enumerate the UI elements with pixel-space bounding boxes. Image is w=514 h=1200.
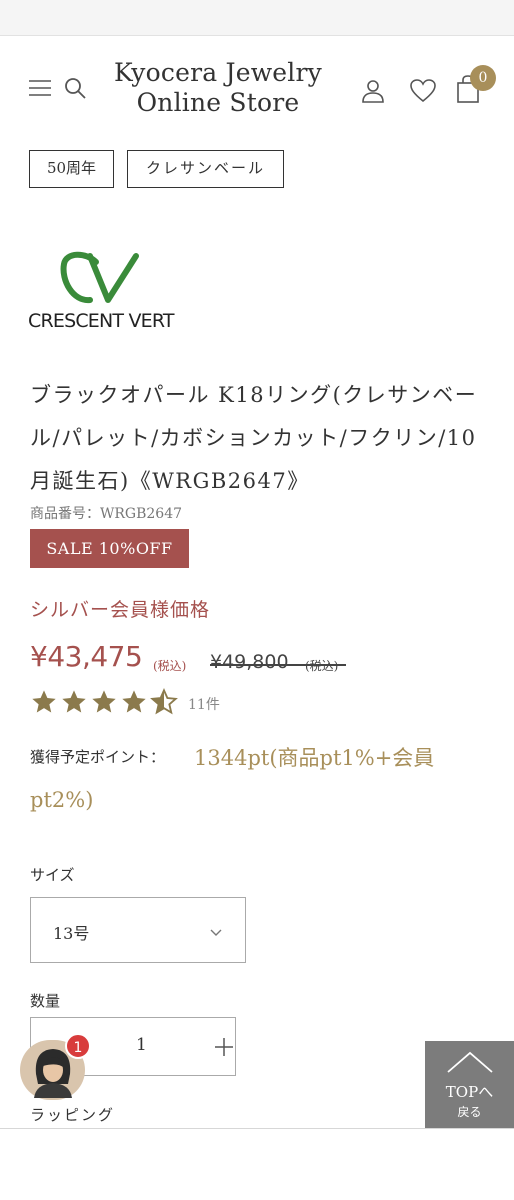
quantity-value[interactable]: 1: [136, 1035, 147, 1055]
half-star-icon: [150, 688, 178, 715]
review-count[interactable]: 11件: [188, 694, 220, 714]
tag-50th-anniversary[interactable]: 50周年: [29, 150, 114, 188]
original-price-tax-note: (税込): [305, 659, 339, 673]
store-name-line2: Online Store: [136, 88, 300, 117]
tag-crescent-vert[interactable]: クレサンベール: [127, 150, 284, 188]
price-strikethrough: [210, 664, 346, 666]
search-icon[interactable]: [63, 76, 89, 102]
wrapping-label: ラッピング: [30, 1106, 116, 1124]
browser-top-bar: [0, 0, 514, 36]
chevron-down-icon: [209, 924, 223, 936]
size-select[interactable]: 13号: [30, 897, 246, 963]
chevron-up-icon: [447, 1051, 493, 1073]
bottom-divider: [0, 1128, 514, 1129]
cart-count-badge: 0: [470, 65, 496, 91]
product-code: 商品番号：WRGB2647: [30, 506, 183, 522]
account-icon[interactable]: [360, 78, 386, 104]
back-to-top-sublabel: 戻る: [457, 1105, 482, 1119]
back-to-top-button[interactable]: TOPへ 戻る: [425, 1041, 514, 1129]
star-icon: [92, 690, 116, 713]
sale-badge: SALE 10%OFF: [30, 529, 189, 568]
member-price-label: シルバー会員様価格: [30, 599, 211, 621]
star-icon: [122, 690, 146, 713]
product-title: ブラックオパール K18リング(クレサンベール/パレット/カボションカット/フク…: [30, 383, 478, 493]
hamburger-menu-icon[interactable]: [28, 78, 52, 98]
store-logo[interactable]: Kyocera Jewelry Online Store: [108, 58, 328, 118]
points-value: 1344pt(商品pt1%+会員pt2%): [30, 746, 435, 812]
price-tax-note: (税込): [153, 659, 187, 673]
star-icon: [62, 690, 86, 713]
plus-icon[interactable]: [213, 1036, 235, 1058]
back-to-top-label: TOPへ: [445, 1083, 494, 1101]
size-selected-value: 13号: [53, 924, 90, 943]
star-icon: [32, 690, 56, 713]
brand-name: CRESCENT VERT: [28, 310, 175, 332]
sale-price: ¥43,475: [30, 640, 143, 673]
quantity-label: 数量: [30, 992, 61, 1010]
original-price: ¥49,800: [210, 651, 289, 673]
store-name-line1: Kyocera Jewelry: [114, 58, 322, 87]
favorite-heart-icon[interactable]: [409, 78, 437, 104]
chat-notification-badge: 1: [65, 1033, 91, 1059]
size-label: サイズ: [30, 866, 75, 884]
